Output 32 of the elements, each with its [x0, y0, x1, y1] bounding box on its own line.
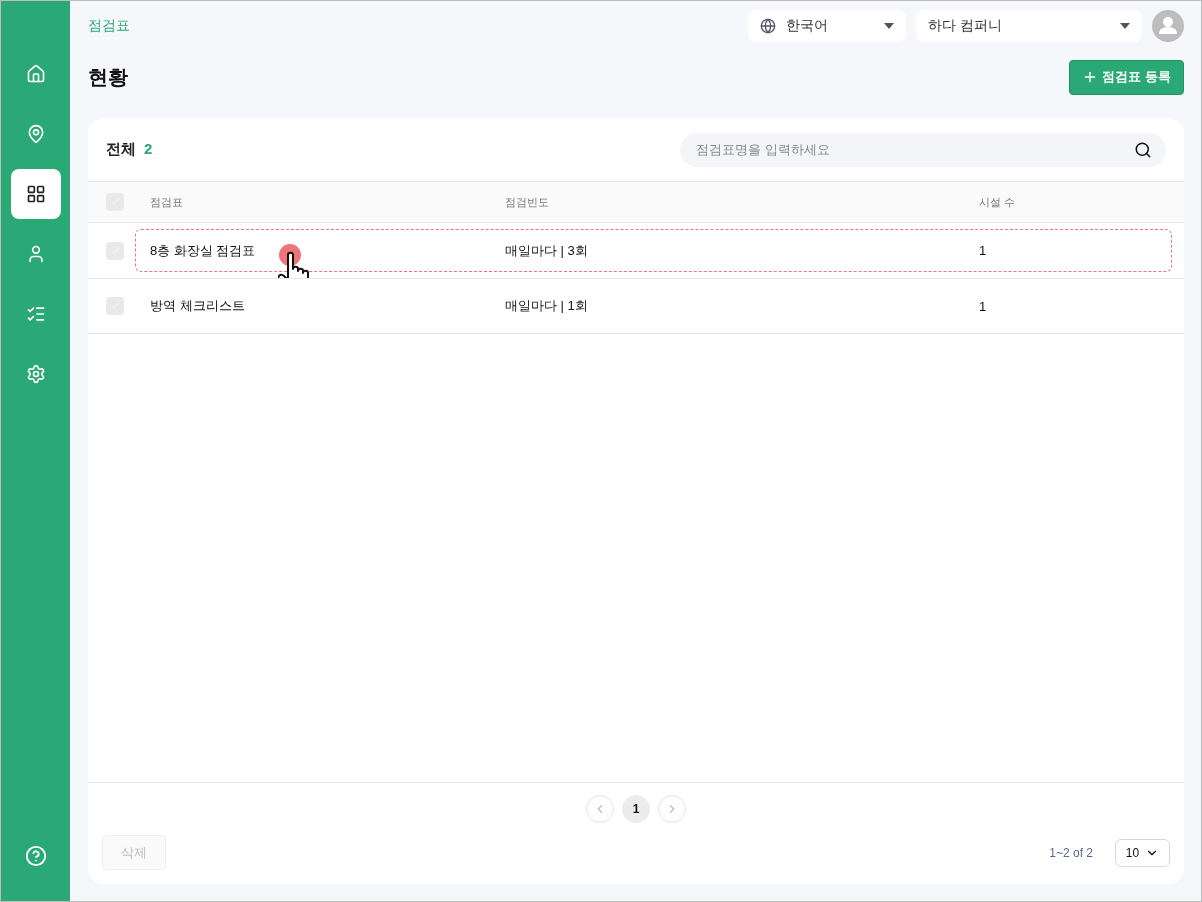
caret-icon	[1120, 23, 1130, 29]
company-select[interactable]: 하다 컴퍼니	[916, 10, 1142, 42]
help-icon	[24, 845, 47, 867]
table-cell-text: 매일마다 | 3회	[505, 241, 589, 260]
column-header: 시설 수	[979, 194, 1017, 210]
sidebar-item[interactable]	[10, 169, 61, 219]
table-cell-text: 1	[979, 298, 988, 314]
table-cell-text: 8층 화장실 점검표	[150, 241, 257, 260]
table-cell-text: 매일마다 | 1회	[505, 297, 589, 315]
grid-icon	[25, 184, 46, 204]
table-cell-text: 1	[979, 243, 988, 258]
page-title: 현황	[88, 64, 128, 90]
globe-icon	[760, 18, 776, 34]
column-header: 점검빈도	[505, 194, 550, 210]
page-number[interactable]: 1	[622, 795, 650, 823]
search-icon	[1134, 140, 1152, 159]
table-cell-text: 방역 체크리스트	[150, 297, 246, 315]
table-row[interactable]: 8층 화장실 점검표 매일마다 | 3회 1	[88, 222, 1184, 278]
total-count: 2	[144, 140, 153, 157]
avatar-icon[interactable]	[1152, 10, 1184, 42]
search-bar[interactable]: 점검표명을 입력하세요	[680, 132, 1166, 167]
page-size-select[interactable]: 10	[1115, 838, 1170, 867]
table-row[interactable]: 방역 체크리스트 매일마다 | 1회 1	[88, 278, 1184, 334]
column-header: 점검표	[150, 194, 184, 210]
settings-icon	[25, 364, 46, 384]
range-text: 1~2 of 2	[1049, 845, 1093, 860]
language-select[interactable]: 한국어	[748, 10, 906, 42]
checklist-icon	[25, 304, 46, 324]
total-label: 전체	[106, 140, 136, 157]
home-icon	[25, 64, 46, 84]
search-field[interactable]: 점검표명을 입력하세요	[694, 141, 1134, 158]
caret-icon	[884, 23, 894, 29]
